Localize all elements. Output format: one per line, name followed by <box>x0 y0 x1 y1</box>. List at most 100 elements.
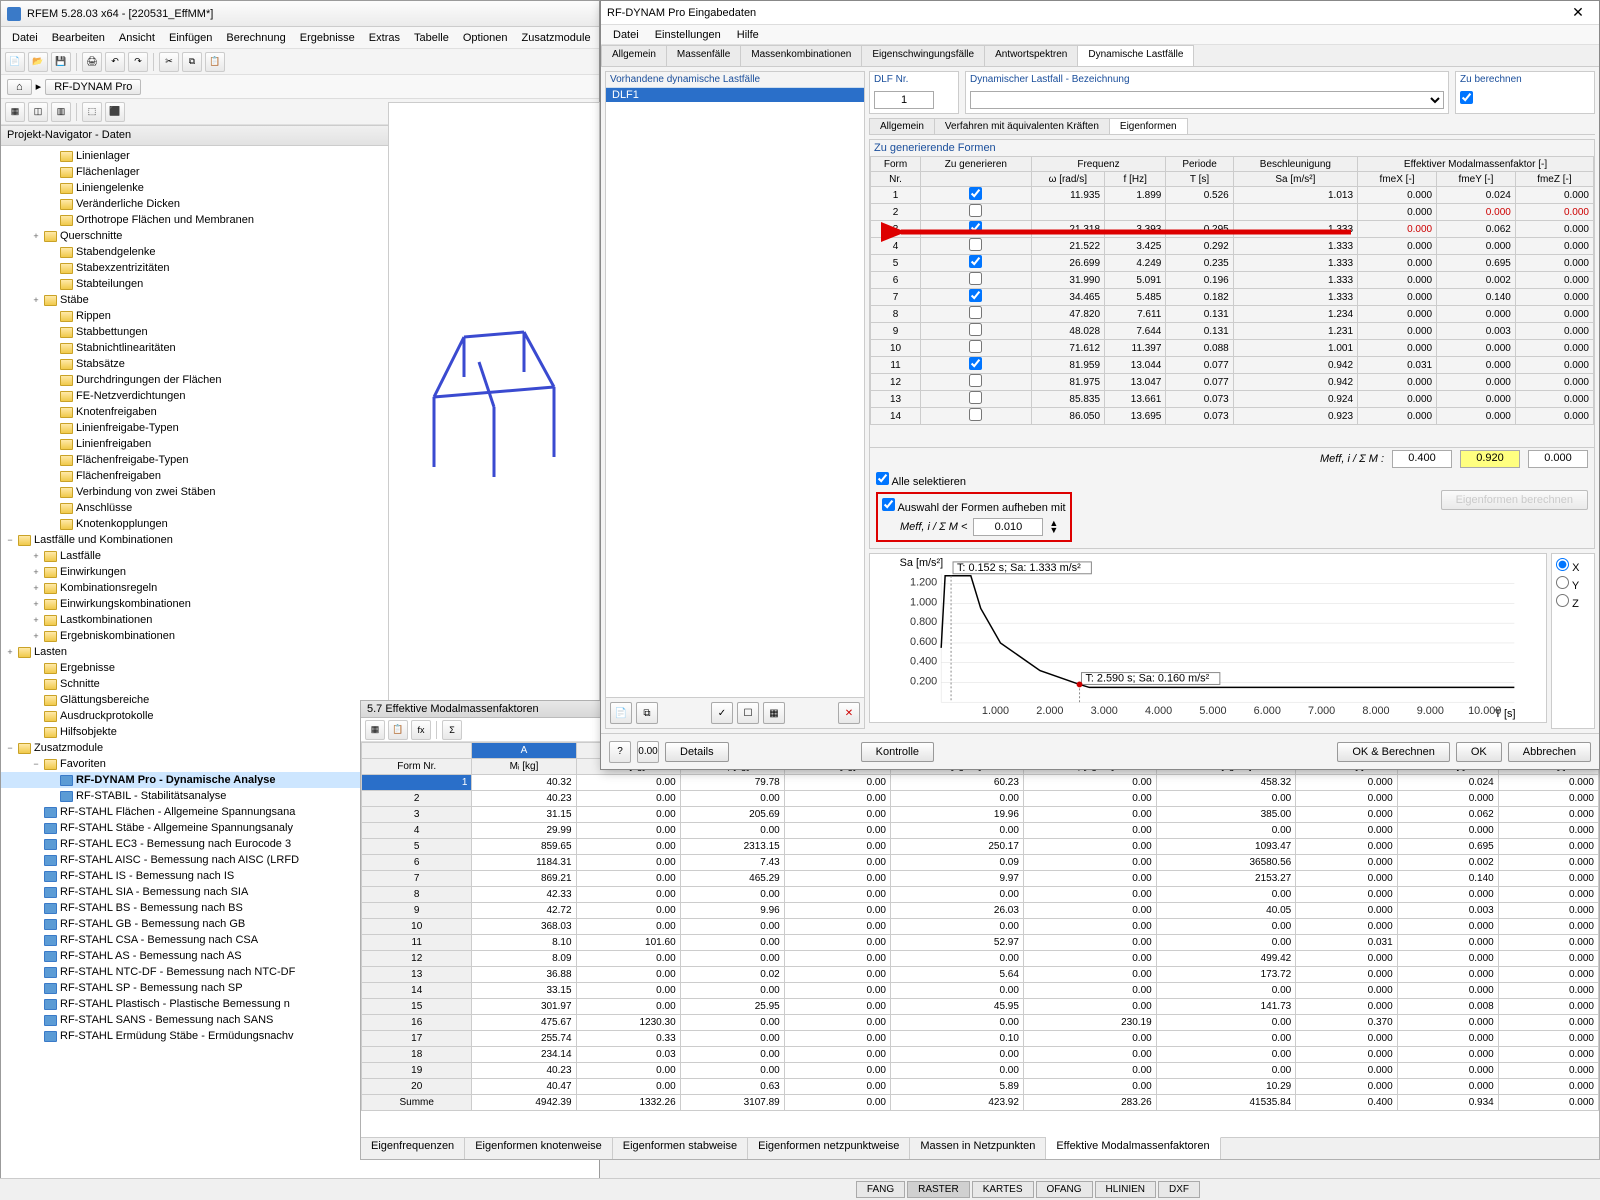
gtb-4[interactable]: Σ <box>442 720 462 740</box>
tb-print[interactable]: 🖨 <box>82 52 102 72</box>
eigenforms-table[interactable]: FormZu generierenFrequenzPeriodeBeschleu… <box>870 156 1594 425</box>
tb-cut[interactable]: ✂ <box>159 52 179 72</box>
svg-text:0.800: 0.800 <box>910 616 937 628</box>
snap-toggles[interactable]: FANGRASTERKARTESOFANGHLINIENDXF <box>854 1181 1200 1198</box>
dlg-tab[interactable]: Eigenschwingungsfälle <box>861 45 985 66</box>
menu-datei[interactable]: Datei <box>5 32 45 44</box>
menu-berechnung[interactable]: Berechnung <box>219 32 292 44</box>
all-select-checkbox[interactable] <box>876 472 889 485</box>
model-viewport[interactable] <box>388 102 600 702</box>
snap-hlinien[interactable]: HLINIEN <box>1095 1181 1156 1198</box>
menu-zusatzmodule[interactable]: Zusatzmodule <box>515 32 598 44</box>
menu-tabelle[interactable]: Tabelle <box>407 32 456 44</box>
modal-mass-table[interactable]: ABCDEFGHIJForm Nr.Mᵢ [kg]mₑₓ [kg]mₑᵧ [kg… <box>361 742 1599 1111</box>
tb-view1[interactable]: ⬚ <box>82 102 102 122</box>
tb-mode1[interactable]: ▦ <box>5 102 25 122</box>
menu-bearbeiten[interactable]: Bearbeiten <box>45 32 112 44</box>
dlf-item[interactable]: DLF1 <box>606 88 864 102</box>
kontrolle-button[interactable]: Kontrolle <box>861 742 934 762</box>
app-title: RFEM 5.28.03 x64 - [220531_EffMM*] <box>27 8 213 20</box>
tb-redo[interactable]: ↷ <box>128 52 148 72</box>
gtb-2[interactable]: 📋 <box>388 720 408 740</box>
grid-tab[interactable]: Effektive Modalmassenfaktoren <box>1046 1137 1220 1159</box>
axis-y-radio[interactable] <box>1556 576 1569 589</box>
axis-z-radio[interactable] <box>1556 594 1569 607</box>
dlf-subtabs[interactable]: AllgemeinVerfahren mit äquivalenten Kräf… <box>869 118 1595 135</box>
grid-tab[interactable]: Eigenformen knotenweise <box>465 1138 613 1159</box>
axis-radio-group[interactable]: X Y Z <box>1552 554 1594 614</box>
dlg-tab[interactable]: Allgemein <box>601 45 667 66</box>
cancel-button[interactable]: Abbrechen <box>1508 742 1591 762</box>
dlg-menu-einstellungen[interactable]: Einstellungen <box>647 29 729 41</box>
menu-ansicht[interactable]: Ansicht <box>112 32 162 44</box>
dlf-copy-icon[interactable]: ⧉ <box>636 702 658 724</box>
calc-checkbox[interactable] <box>1460 91 1473 104</box>
snap-kartes[interactable]: KARTES <box>972 1181 1034 1198</box>
dlg-menu-datei[interactable]: Datei <box>605 29 647 41</box>
gtb-3[interactable]: fx <box>411 720 431 740</box>
subtab[interactable]: Allgemein <box>869 118 935 134</box>
dlf-check-icon[interactable]: ✓ <box>711 702 733 724</box>
help-icon[interactable]: ? <box>609 741 631 763</box>
dlg-menu-hilfe[interactable]: Hilfe <box>729 29 767 41</box>
dlf-uncheck-icon[interactable]: ☐ <box>737 702 759 724</box>
calc-eigenforms-button[interactable]: Eigenformen berechnen <box>1441 490 1588 510</box>
gtb-1[interactable]: ▦ <box>365 720 385 740</box>
dlf-all-icon[interactable]: ▦ <box>763 702 785 724</box>
deselect-checkbox[interactable] <box>882 498 895 511</box>
grid-tab[interactable]: Eigenfrequenzen <box>361 1138 465 1159</box>
dlg-tab[interactable]: Massenkombinationen <box>740 45 862 66</box>
close-icon[interactable]: ✕ <box>1563 4 1593 21</box>
ok-calc-button[interactable]: OK & Berechnen <box>1337 742 1450 762</box>
main-menubar[interactable]: DateiBearbeitenAnsichtEinfügenBerechnung… <box>1 27 599 49</box>
snap-dxf[interactable]: DXF <box>1158 1181 1200 1198</box>
dlg-tab[interactable]: Massenfälle <box>666 45 741 66</box>
bc-home[interactable]: ⌂ <box>7 79 32 95</box>
dialog-menubar[interactable]: DateiEinstellungenHilfe <box>601 25 1599 45</box>
subtab[interactable]: Eigenformen <box>1109 118 1188 134</box>
axis-x-radio[interactable] <box>1556 558 1569 571</box>
dlg-tab[interactable]: Dynamische Lastfälle <box>1077 45 1194 66</box>
bc-module[interactable]: RF-DYNAM Pro <box>45 79 141 95</box>
tb-open[interactable]: 📂 <box>28 52 48 72</box>
menu-einfügen[interactable]: Einfügen <box>162 32 219 44</box>
dlf-bez-select[interactable] <box>970 91 1444 109</box>
grid-tabs[interactable]: EigenfrequenzenEigenformen knotenweiseEi… <box>361 1137 1599 1159</box>
grid-scroll[interactable]: ABCDEFGHIJForm Nr.Mᵢ [kg]mₑₓ [kg]mₑᵧ [kg… <box>361 742 1599 1137</box>
tb-mode3[interactable]: ▥ <box>51 102 71 122</box>
deselect-label[interactable]: Auswahl der Formen aufheben mit <box>882 502 1066 514</box>
menu-ergebnisse[interactable]: Ergebnisse <box>293 32 362 44</box>
grid-tab[interactable]: Eigenformen netzpunktweise <box>748 1138 910 1159</box>
tb-copy[interactable]: ⧉ <box>182 52 202 72</box>
tb-new[interactable]: 📄 <box>5 52 25 72</box>
snap-raster[interactable]: RASTER <box>907 1181 970 1198</box>
spectrum-chart[interactable]: Sa [m/s²] T [s] 0.2000.4000.6000.8001.00… <box>869 553 1547 723</box>
menu-extras[interactable]: Extras <box>362 32 407 44</box>
meff-threshold-input[interactable] <box>973 518 1043 536</box>
grid-tab[interactable]: Eigenformen stabweise <box>613 1138 748 1159</box>
dialog-titlebar: RF-DYNAM Pro Eingabedaten ✕ <box>601 1 1599 25</box>
menu-optionen[interactable]: Optionen <box>456 32 515 44</box>
units-icon[interactable]: 0.00 <box>637 741 659 763</box>
dlf-nr-input[interactable] <box>874 91 934 109</box>
stepper-icon[interactable]: ▲▼ <box>1049 520 1058 534</box>
ok-button[interactable]: OK <box>1456 742 1502 762</box>
dlf-list[interactable]: DLF1 <box>606 88 864 697</box>
tb-view2[interactable]: ⬛ <box>105 102 125 122</box>
tb-mode2[interactable]: ◫ <box>28 102 48 122</box>
snap-fang[interactable]: FANG <box>856 1181 905 1198</box>
dlf-delete-icon[interactable]: ✕ <box>838 702 860 724</box>
details-button[interactable]: Details <box>665 742 729 762</box>
grid-tab[interactable]: Massen in Netzpunkten <box>910 1138 1046 1159</box>
toolbar-1[interactable]: 📄 📂 💾 🖨 ↶ ↷ ✂ ⧉ 📋 <box>1 49 599 75</box>
chart-tip-1: T: 0.152 s; Sa: 1.333 m/s² <box>957 562 1081 574</box>
tb-paste[interactable]: 📋 <box>205 52 225 72</box>
tb-save[interactable]: 💾 <box>51 52 71 72</box>
subtab[interactable]: Verfahren mit äquivalenten Kräften <box>934 118 1110 134</box>
dlg-tab[interactable]: Antwortspektren <box>984 45 1078 66</box>
snap-ofang[interactable]: OFANG <box>1036 1181 1093 1198</box>
tb-undo[interactable]: ↶ <box>105 52 125 72</box>
all-select-label[interactable]: Alle selektieren <box>876 476 966 488</box>
dialog-tabs[interactable]: AllgemeinMassenfälleMassenkombinationenE… <box>601 45 1599 67</box>
dlf-new-icon[interactable]: 📄 <box>610 702 632 724</box>
